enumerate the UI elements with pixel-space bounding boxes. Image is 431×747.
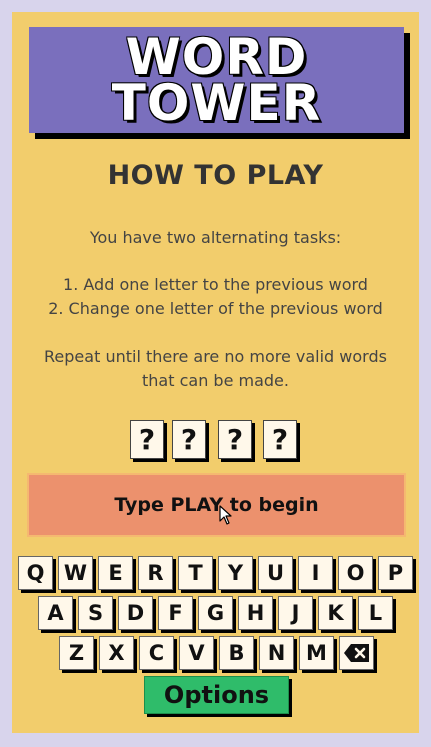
key-p[interactable]: P (378, 556, 413, 590)
key-y[interactable]: Y (218, 556, 253, 590)
key-l[interactable]: L (358, 596, 393, 630)
how-to-play-heading: HOW TO PLAY (107, 160, 324, 191)
backspace-icon (343, 644, 369, 662)
key-g[interactable]: G (198, 596, 233, 630)
key-v[interactable]: V (179, 636, 214, 670)
logo-line-2: TOWER (111, 74, 322, 132)
letter-slot: ? (172, 420, 206, 459)
mouse-cursor-icon (219, 505, 232, 525)
key-k[interactable]: K (318, 596, 353, 630)
key-r[interactable]: R (138, 556, 173, 590)
key-s[interactable]: S (78, 596, 113, 630)
key-n[interactable]: N (259, 636, 294, 670)
key-b[interactable]: B (219, 636, 254, 670)
start-prompt: Type PLAY to begin (27, 473, 406, 537)
key-z[interactable]: Z (59, 636, 94, 670)
word-tower-logo: WORD TOWER (29, 27, 404, 133)
key-d[interactable]: D (118, 596, 153, 630)
key-j[interactable]: J (278, 596, 313, 630)
backspace-key[interactable] (339, 636, 374, 670)
key-a[interactable]: A (38, 596, 73, 630)
key-q[interactable]: Q (18, 556, 53, 590)
key-o[interactable]: O (338, 556, 373, 590)
letter-slot: ? (263, 420, 297, 459)
word-slots: ? ? ? ? (0, 420, 431, 462)
key-e[interactable]: E (98, 556, 133, 590)
instructions-outro-1: Repeat until there are no more valid wor… (44, 347, 387, 366)
key-w[interactable]: W (58, 556, 93, 590)
key-t[interactable]: T (178, 556, 213, 590)
instruction-task-1: 1. Add one letter to the previous word (63, 275, 368, 294)
key-m[interactable]: M (299, 636, 334, 670)
instructions-intro: You have two alternating tasks: (89, 228, 342, 247)
key-c[interactable]: C (139, 636, 174, 670)
options-button[interactable]: Options (144, 676, 289, 714)
letter-slot: ? (218, 420, 252, 459)
instructions-outro-2: that can be made. (142, 371, 289, 390)
letter-slot: ? (130, 420, 164, 459)
key-u[interactable]: U (258, 556, 293, 590)
key-f[interactable]: F (158, 596, 193, 630)
instruction-task-2: 2. Change one letter of the previous wor… (48, 299, 383, 318)
key-h[interactable]: H (238, 596, 273, 630)
key-i[interactable]: I (298, 556, 333, 590)
key-x[interactable]: X (99, 636, 134, 670)
